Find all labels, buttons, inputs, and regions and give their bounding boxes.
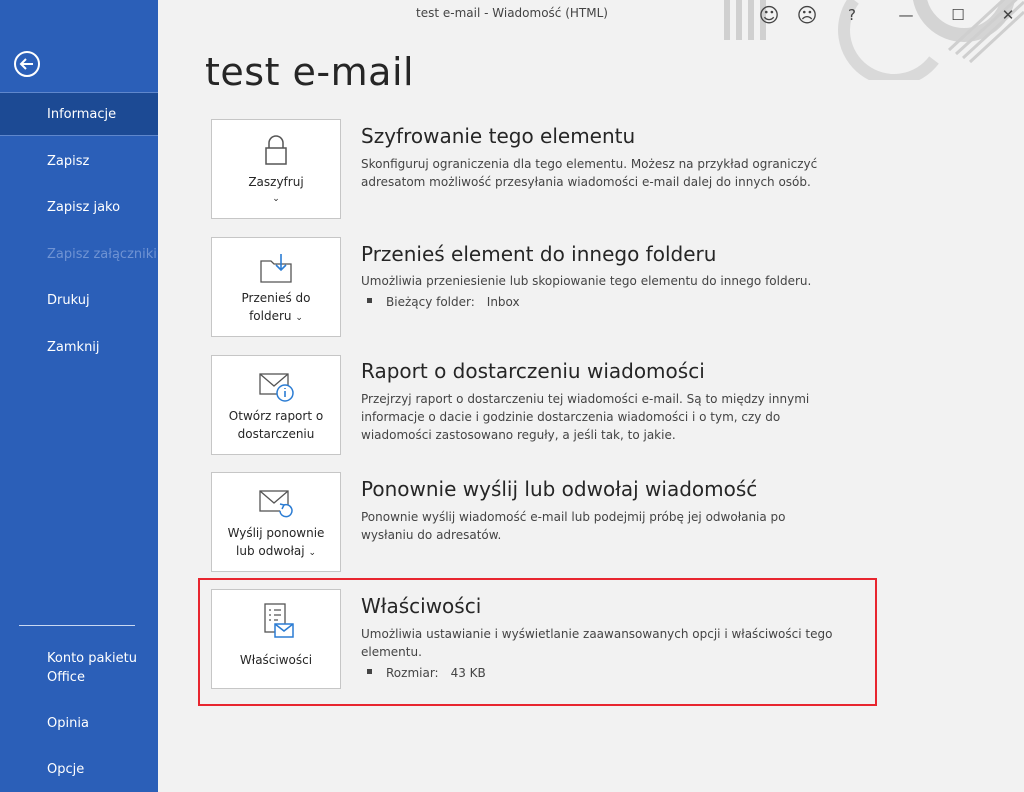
delivery-button-label-line1: Otwórz raport o xyxy=(228,409,324,423)
size-info: Rozmiar: 43 KB xyxy=(367,666,486,680)
resend-button-label-line1: Wyślij ponownie xyxy=(227,526,325,540)
back-button[interactable] xyxy=(14,51,40,77)
move-button-label-line1: Przenieś do xyxy=(241,291,311,305)
nav-item-informacje[interactable]: Informacje xyxy=(0,92,158,136)
delivery-button-label-line2: dostarczeniu xyxy=(237,427,315,441)
maximize-button[interactable]: ☐ xyxy=(946,3,970,27)
move-button-label-line2: folderu ⌄ xyxy=(249,309,303,323)
chevron-down-icon: ⌄ xyxy=(308,548,316,558)
delivery-section-description: Przejrzyj raport o dostarczeniu tej wiad… xyxy=(361,392,810,442)
mail-resend-icon xyxy=(212,485,340,521)
current-folder-label: Bieżący folder: xyxy=(386,295,475,309)
encrypt-section-title: Szyfrowanie tego elementu xyxy=(361,124,636,148)
help-button[interactable]: ? xyxy=(840,3,864,27)
resend-section-title: Ponownie wyślij lub odwołaj wiadomość xyxy=(361,477,758,501)
mail-info-icon xyxy=(212,368,340,404)
properties-section-title: Właściwości xyxy=(361,594,482,618)
properties-button-label: Właściwości xyxy=(239,653,313,667)
properties-section-description: Umożliwia ustawianie i wyświetlanie zaaw… xyxy=(361,627,833,659)
size-label: Rozmiar: xyxy=(386,666,439,680)
resend-button-label-line2: lub odwołaj ⌄ xyxy=(236,544,316,558)
close-icon: ✕ xyxy=(1001,6,1015,24)
close-button[interactable]: ✕ xyxy=(996,3,1020,27)
properties-icon xyxy=(212,602,340,638)
nav-item-opinia[interactable]: Opinia xyxy=(0,702,158,746)
nav-item-zamknij[interactable]: Zamknij xyxy=(0,326,158,370)
minimize-icon: — xyxy=(898,6,914,24)
nav-item-zapisz-jako[interactable]: Zapisz jako xyxy=(0,186,158,230)
nav-item-zapisz[interactable]: Zapisz xyxy=(0,140,158,184)
delivery-section-title: Raport o dostarczeniu wiadomości xyxy=(361,359,705,383)
size-value: 43 KB xyxy=(450,666,486,680)
chevron-down-icon: ⌄ xyxy=(295,313,303,323)
properties-button[interactable]: Właściwości xyxy=(211,589,341,689)
move-to-folder-icon xyxy=(212,250,340,286)
open-delivery-report-button[interactable]: Otwórz raport o dostarczeniu xyxy=(211,355,341,455)
nav-item-konto-pakietu-office[interactable]: Konto pakietu Office xyxy=(0,645,158,693)
sidebar-divider xyxy=(19,625,135,626)
frown-feedback-button[interactable]: ☹ xyxy=(795,3,819,27)
move-section-description: Umożliwia przeniesienie lub skopiowanie … xyxy=(361,274,812,288)
current-folder-info: Bieżący folder: Inbox xyxy=(367,295,520,309)
page-title: test e-mail xyxy=(205,50,415,94)
frown-icon: ☹ xyxy=(796,3,818,27)
arrow-left-icon xyxy=(19,58,33,70)
minimize-button[interactable]: — xyxy=(894,3,918,27)
lock-icon xyxy=(212,132,340,168)
move-to-folder-button[interactable]: Przenieś do folderu ⌄ xyxy=(211,237,341,337)
encrypt-button-label: Zaszyfruj xyxy=(248,175,304,189)
resend-or-recall-button[interactable]: Wyślij ponownie lub odwołaj ⌄ xyxy=(211,472,341,572)
nav-item-opcje[interactable]: Opcje xyxy=(0,748,158,792)
nav-item-zapisz-zalaczniki: Zapisz załączniki xyxy=(47,247,157,262)
chevron-down-icon: ⌄ xyxy=(272,194,280,204)
encrypt-button[interactable]: Zaszyfruj ⌄ xyxy=(211,119,341,219)
encrypt-section-description: Skonfiguruj ograniczenia dla tego elemen… xyxy=(361,157,818,189)
resend-section-description: Ponownie wyślij wiadomość e-mail lub pod… xyxy=(361,510,786,542)
backstage-sidebar: Informacje Zapisz Zapisz jako Zapisz zał… xyxy=(0,0,158,792)
smile-feedback-button[interactable]: ☺ xyxy=(757,3,781,27)
current-folder-value: Inbox xyxy=(486,295,520,309)
nav-item-drukuj[interactable]: Drukuj xyxy=(0,279,158,323)
help-icon: ? xyxy=(848,6,856,24)
move-section-title: Przenieś element do innego folderu xyxy=(361,242,717,266)
smile-icon: ☺ xyxy=(758,3,780,27)
maximize-icon: ☐ xyxy=(951,6,965,24)
